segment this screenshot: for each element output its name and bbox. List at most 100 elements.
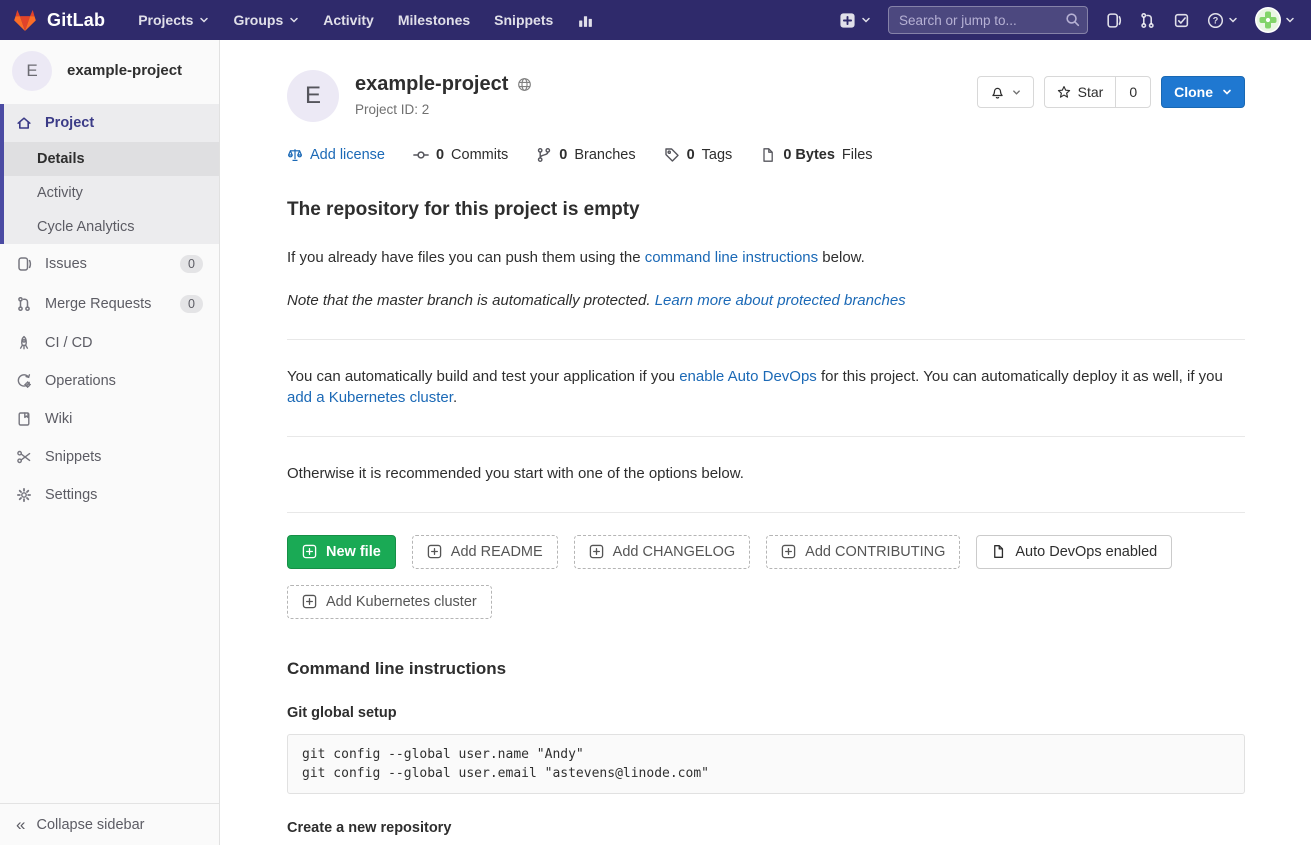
scissors-icon <box>16 449 32 465</box>
nav-milestones[interactable]: Milestones <box>387 5 481 35</box>
add-readme-button[interactable]: Add README <box>412 535 558 569</box>
collapse-sidebar-label: Collapse sidebar <box>36 817 144 833</box>
navbar-issues[interactable] <box>1105 12 1122 29</box>
sidebar-project-name: example-project <box>67 62 182 79</box>
issues-count-badge: 0 <box>180 255 203 273</box>
sidebar-item-merge-requests[interactable]: Merge Requests 0 <box>0 284 219 324</box>
sidebar-context-header[interactable]: E example-project <box>0 40 219 101</box>
add-kubernetes-cluster-label: Add Kubernetes cluster <box>326 594 477 610</box>
main-menu: Projects Groups Activity Milestones Snip… <box>127 5 605 36</box>
gitlab-tanuki-icon <box>12 7 38 33</box>
page-title: example-project <box>355 73 508 96</box>
project-actions: Star 0 Clone <box>977 76 1245 108</box>
sidebar-item-label: Wiki <box>45 411 72 427</box>
paragraph-text: below. <box>818 249 865 266</box>
sidebar-item-ci-cd[interactable]: CI / CD <box>0 324 219 362</box>
commits-stat[interactable]: 0 Commits <box>413 147 508 163</box>
project-id: Project ID: 2 <box>355 102 532 117</box>
new-file-label: New file <box>326 544 381 560</box>
nav-analytics[interactable] <box>566 5 605 36</box>
sidebar-item-project[interactable]: Project <box>4 104 219 142</box>
new-file-button[interactable]: New file <box>287 535 396 569</box>
nav-milestones-label: Milestones <box>398 12 470 28</box>
bar-chart-icon <box>577 12 594 29</box>
nav-snippets[interactable]: Snippets <box>483 5 564 35</box>
clone-label: Clone <box>1174 84 1213 100</box>
navbar-merge-requests[interactable] <box>1139 12 1156 29</box>
sidebar-item-snippets[interactable]: Snippets <box>0 438 219 476</box>
sidebar-item-label: Issues <box>45 256 87 272</box>
sidebar-item-details[interactable]: Details <box>4 142 219 176</box>
add-kubernetes-cluster-link[interactable]: add a Kubernetes cluster <box>287 389 453 406</box>
add-contributing-button[interactable]: Add CONTRIBUTING <box>766 535 960 569</box>
otherwise-paragraph: Otherwise it is recommended you start wi… <box>287 463 1245 485</box>
git-global-setup-heading: Git global setup <box>287 705 1245 721</box>
branches-value: 0 <box>559 147 567 163</box>
code-line: git config --global user.name "Andy" <box>302 745 1230 764</box>
add-kubernetes-cluster-button[interactable]: Add Kubernetes cluster <box>287 585 492 619</box>
add-changelog-button[interactable]: Add CHANGELOG <box>574 535 751 569</box>
navbar-todos[interactable] <box>1173 12 1190 29</box>
command-line-instructions-link[interactable]: command line instructions <box>645 249 818 266</box>
navbar-user-menu[interactable] <box>1255 7 1295 33</box>
search-icon <box>1065 12 1080 27</box>
top-navbar: GitLab Projects Groups Activity Mileston… <box>0 0 1311 40</box>
help-icon: ? <box>1207 12 1224 29</box>
nav-groups[interactable]: Groups <box>222 5 310 35</box>
protected-branches-link[interactable]: Learn more about protected branches <box>655 292 906 309</box>
collapse-chevrons-icon: « <box>16 816 25 833</box>
main-content: E example-project Project ID: 2 Star 0 <box>220 40 1311 845</box>
empty-repo-heading: The repository for this project is empty <box>287 199 1245 221</box>
sidebar-item-wiki[interactable]: Wiki <box>0 400 219 438</box>
clone-button[interactable]: Clone <box>1161 76 1245 108</box>
gitlab-logo[interactable]: GitLab <box>12 7 105 33</box>
branches-stat[interactable]: 0 Branches <box>536 147 635 163</box>
navbar-help[interactable]: ? <box>1207 12 1238 29</box>
add-readme-label: Add README <box>451 544 543 560</box>
bell-icon <box>990 85 1005 100</box>
star-label: Star <box>1078 84 1104 100</box>
collapse-sidebar-button[interactable]: « Collapse sidebar <box>0 803 219 845</box>
git-global-setup-code: git config --global user.name "Andy" git… <box>287 734 1245 794</box>
sidebar-item-label: Project <box>45 115 94 131</box>
plus-square-icon <box>781 544 796 559</box>
divider <box>287 512 1245 513</box>
document-icon <box>760 147 776 163</box>
star-count[interactable]: 0 <box>1116 77 1150 107</box>
license-scale-icon <box>287 147 303 163</box>
chevron-down-icon <box>1012 88 1021 97</box>
sidebar-item-operations[interactable]: Operations <box>0 362 219 400</box>
sidebar-item-activity[interactable]: Activity <box>4 176 219 210</box>
sidebar-item-cycle-analytics[interactable]: Cycle Analytics <box>4 210 219 244</box>
todo-done-icon <box>1173 12 1190 29</box>
new-dropdown[interactable] <box>839 12 871 29</box>
tags-value: 0 <box>687 147 695 163</box>
project-stats: Add license 0 Commits 0 Branches 0 Tags … <box>287 147 1245 163</box>
chevron-down-icon <box>199 15 209 25</box>
notifications-dropdown-button[interactable] <box>977 76 1034 108</box>
merge-requests-count-badge: 0 <box>180 295 203 313</box>
branch-icon <box>536 147 552 163</box>
search-input[interactable] <box>888 6 1088 34</box>
add-contributing-label: Add CONTRIBUTING <box>805 544 945 560</box>
enable-auto-devops-link[interactable]: enable Auto DevOps <box>679 368 817 385</box>
nav-activity[interactable]: Activity <box>312 5 385 35</box>
issues-icon <box>1105 12 1122 29</box>
sidebar-item-label: Snippets <box>45 449 101 465</box>
commit-icon <box>413 147 429 163</box>
chevron-down-icon <box>1285 15 1295 25</box>
files-stat[interactable]: 0 Bytes Files <box>760 147 872 163</box>
gear-icon <box>16 487 32 503</box>
nav-projects[interactable]: Projects <box>127 5 220 35</box>
tags-stat[interactable]: 0 Tags <box>664 147 733 163</box>
sidebar-item-label: CI / CD <box>45 335 93 351</box>
sidebar-item-settings[interactable]: Settings <box>0 476 219 514</box>
star-button-group: Star 0 <box>1044 76 1151 108</box>
auto-devops-enabled-button[interactable]: Auto DevOps enabled <box>976 535 1172 569</box>
svg-text:?: ? <box>1213 15 1219 25</box>
public-visibility-icon <box>517 77 532 92</box>
sidebar-item-issues[interactable]: Issues 0 <box>0 244 219 284</box>
star-button[interactable]: Star <box>1045 77 1117 107</box>
global-search <box>888 6 1088 34</box>
add-license-link[interactable]: Add license <box>287 147 385 163</box>
